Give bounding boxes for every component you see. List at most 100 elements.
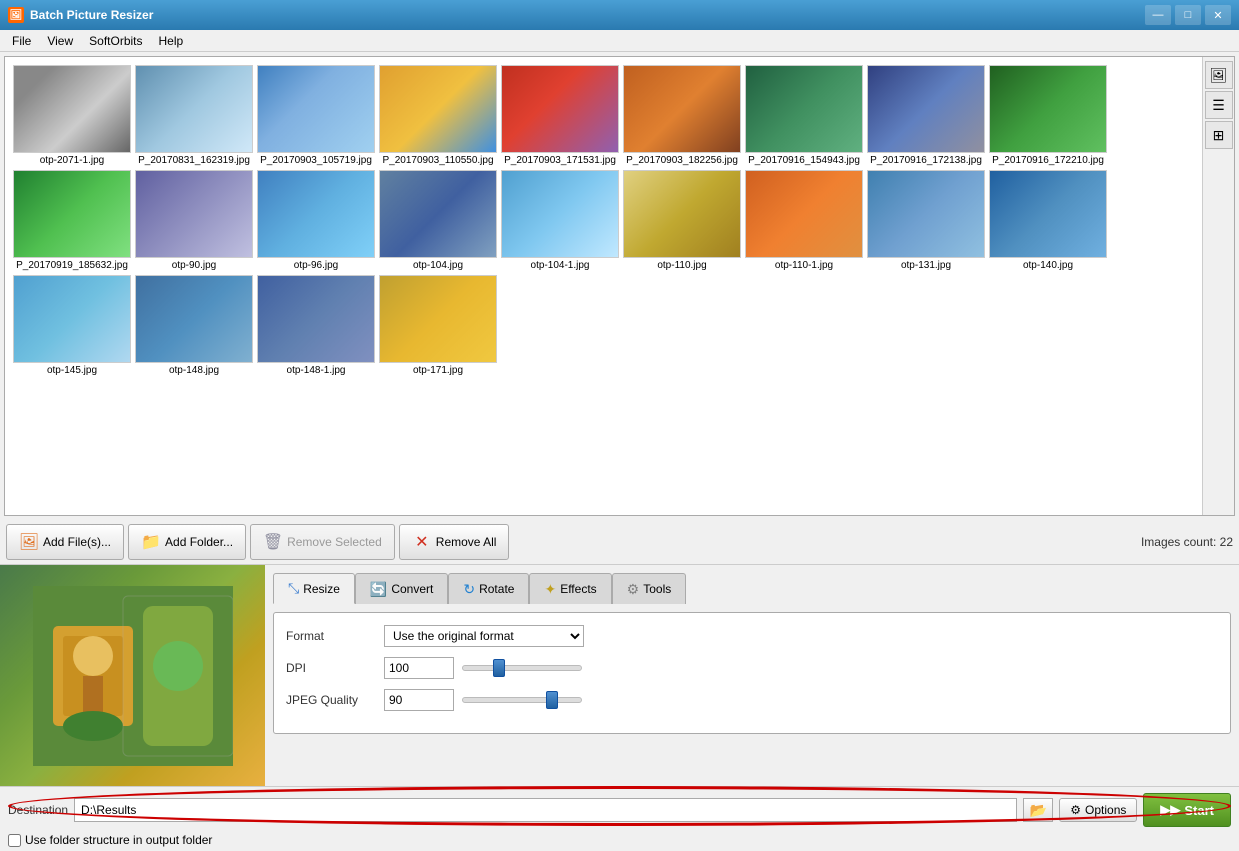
gear-icon: ⚙ [1070, 803, 1081, 817]
gallery-scroll: otp-2071-1.jpgP_20170831_162319.jpgP_201… [5, 57, 1202, 515]
add-files-label: Add File(s)... [43, 535, 111, 549]
thumbnail-label: P_20170919_185632.jpg [16, 260, 128, 271]
tab-tools[interactable]: ⚙ Tools [612, 573, 687, 604]
images-count: Images count: 22 [1141, 535, 1233, 549]
gallery-item[interactable]: P_20170916_172210.jpg [989, 65, 1107, 166]
folder-structure-label: Use folder structure in output folder [25, 833, 212, 847]
remove-selected-button[interactable]: 🗑 Remove Selected [250, 524, 395, 560]
thumbnail-label: otp-110.jpg [657, 260, 706, 271]
preview-svg [33, 586, 233, 766]
gallery-item[interactable]: otp-90.jpg [135, 170, 253, 271]
format-row: Format Use the original format [286, 625, 1218, 647]
thumbnail-image [379, 275, 497, 363]
preview-image [0, 565, 265, 786]
jpeg-quality-input[interactable] [384, 689, 454, 711]
folder-structure-checkbox[interactable] [8, 834, 21, 847]
sidebar-icon-grid[interactable]: ⊞ [1205, 121, 1233, 149]
toolbar: 🖼 Add File(s)... 📁 Add Folder... 🗑 Remov… [0, 520, 1239, 565]
format-select[interactable]: Use the original format [384, 625, 584, 647]
gallery-item[interactable]: P_20170903_182256.jpg [623, 65, 741, 166]
menu-softorbits[interactable]: SoftOrbits [81, 32, 150, 50]
tab-resize[interactable]: ⤡ Resize [273, 573, 355, 604]
gallery-item[interactable]: otp-110-1.jpg [745, 170, 863, 271]
options-label: Options [1085, 803, 1126, 817]
thumbnail-label: otp-171.jpg [413, 365, 463, 376]
tab-effects[interactable]: ✦ Effects [529, 573, 611, 604]
convert-tab-icon: 🔄 [370, 581, 387, 598]
thumbnail-image [13, 65, 131, 153]
gallery-item[interactable]: P_20170903_110550.jpg [379, 65, 497, 166]
thumbnail-image [13, 275, 131, 363]
thumbnail-image [257, 170, 375, 258]
menu-file[interactable]: File [4, 32, 39, 50]
maximize-button[interactable]: □ [1175, 5, 1201, 25]
gallery-item[interactable]: otp-131.jpg [867, 170, 985, 271]
gallery-item[interactable]: otp-148-1.jpg [257, 275, 375, 376]
gallery-item[interactable]: P_20170903_105719.jpg [257, 65, 375, 166]
minimize-button[interactable]: — [1145, 5, 1171, 25]
tab-resize-label: Resize [303, 582, 340, 596]
gallery-item[interactable]: P_20170903_171531.jpg [501, 65, 619, 166]
thumbnail-image [867, 170, 985, 258]
remove-all-icon: ✕ [412, 532, 432, 552]
tab-rotate-label: Rotate [479, 582, 514, 596]
format-label: Format [286, 629, 376, 643]
thumbnail-image [745, 65, 863, 153]
add-folder-icon: 📁 [141, 532, 161, 552]
start-button[interactable]: ▶▶ Start [1143, 793, 1231, 827]
remove-all-button[interactable]: ✕ Remove All [399, 524, 510, 560]
remove-selected-icon: 🗑 [263, 532, 283, 552]
options-button[interactable]: ⚙ Options [1059, 798, 1137, 822]
thumbnail-image [379, 65, 497, 153]
thumbnail-label: otp-2071-1.jpg [40, 155, 105, 166]
close-button[interactable]: ✕ [1205, 5, 1231, 25]
thumbnail-label: P_20170903_182256.jpg [626, 155, 738, 166]
app-icon: 🖼 [8, 7, 24, 23]
jpeg-quality-slider-thumb[interactable] [546, 691, 558, 709]
tab-convert[interactable]: 🔄 Convert [355, 573, 448, 604]
gallery-item[interactable]: otp-2071-1.jpg [13, 65, 131, 166]
menu-help[interactable]: Help [151, 32, 192, 50]
gallery-item[interactable]: otp-140.jpg [989, 170, 1107, 271]
thumbnail-image [745, 170, 863, 258]
checkbox-row: Use folder structure in output folder [0, 833, 1239, 851]
sidebar-icon-list[interactable]: ☰ [1205, 91, 1233, 119]
gallery-item[interactable]: otp-148.jpg [135, 275, 253, 376]
gallery-item[interactable]: otp-104-1.jpg [501, 170, 619, 271]
dpi-slider[interactable] [462, 665, 582, 671]
gallery-item[interactable]: P_20170916_154943.jpg [745, 65, 863, 166]
add-folder-button[interactable]: 📁 Add Folder... [128, 524, 246, 560]
start-icon: ▶▶ [1160, 802, 1180, 818]
thumbnail-label: P_20170916_172138.jpg [870, 155, 982, 166]
gallery-item[interactable]: P_20170919_185632.jpg [13, 170, 131, 271]
thumbnail-image [989, 65, 1107, 153]
gallery-item[interactable]: otp-145.jpg [13, 275, 131, 376]
dpi-input[interactable] [384, 657, 454, 679]
rotate-tab-icon: ↻ [463, 581, 475, 598]
thumbnail-label: P_20170916_154943.jpg [748, 155, 860, 166]
gallery-item[interactable]: P_20170831_162319.jpg [135, 65, 253, 166]
thumbnail-label: P_20170916_172210.jpg [992, 155, 1104, 166]
tab-rotate[interactable]: ↻ Rotate [448, 573, 529, 604]
sidebar-icon-image[interactable]: 🖼 [1205, 61, 1233, 89]
dpi-slider-thumb[interactable] [493, 659, 505, 677]
gallery-item[interactable]: P_20170916_172138.jpg [867, 65, 985, 166]
thumbnail-image [623, 170, 741, 258]
remove-all-label: Remove All [436, 535, 497, 549]
jpeg-quality-slider[interactable] [462, 697, 582, 703]
menu-bar: File View SoftOrbits Help [0, 30, 1239, 52]
destination-browse-button[interactable]: 📂 [1023, 798, 1053, 822]
dest-section: Destination 📂 ⚙ Options ▶▶ Start Use fol… [0, 786, 1239, 851]
window-controls: — □ ✕ [1145, 5, 1231, 25]
dpi-label: DPI [286, 661, 376, 675]
gallery-item[interactable]: otp-104.jpg [379, 170, 497, 271]
thumbnail-label: otp-90.jpg [172, 260, 216, 271]
destination-input[interactable] [74, 798, 1017, 822]
gallery-item[interactable]: otp-171.jpg [379, 275, 497, 376]
tabs: ⤡ Resize 🔄 Convert ↻ Rotate ✦ Effects ⚙ [273, 573, 1231, 604]
gallery-item[interactable]: otp-110.jpg [623, 170, 741, 271]
menu-view[interactable]: View [39, 32, 81, 50]
gallery-item[interactable]: otp-96.jpg [257, 170, 375, 271]
add-files-button[interactable]: 🖼 Add File(s)... [6, 524, 124, 560]
thumbnail-label: otp-148-1.jpg [287, 365, 346, 376]
